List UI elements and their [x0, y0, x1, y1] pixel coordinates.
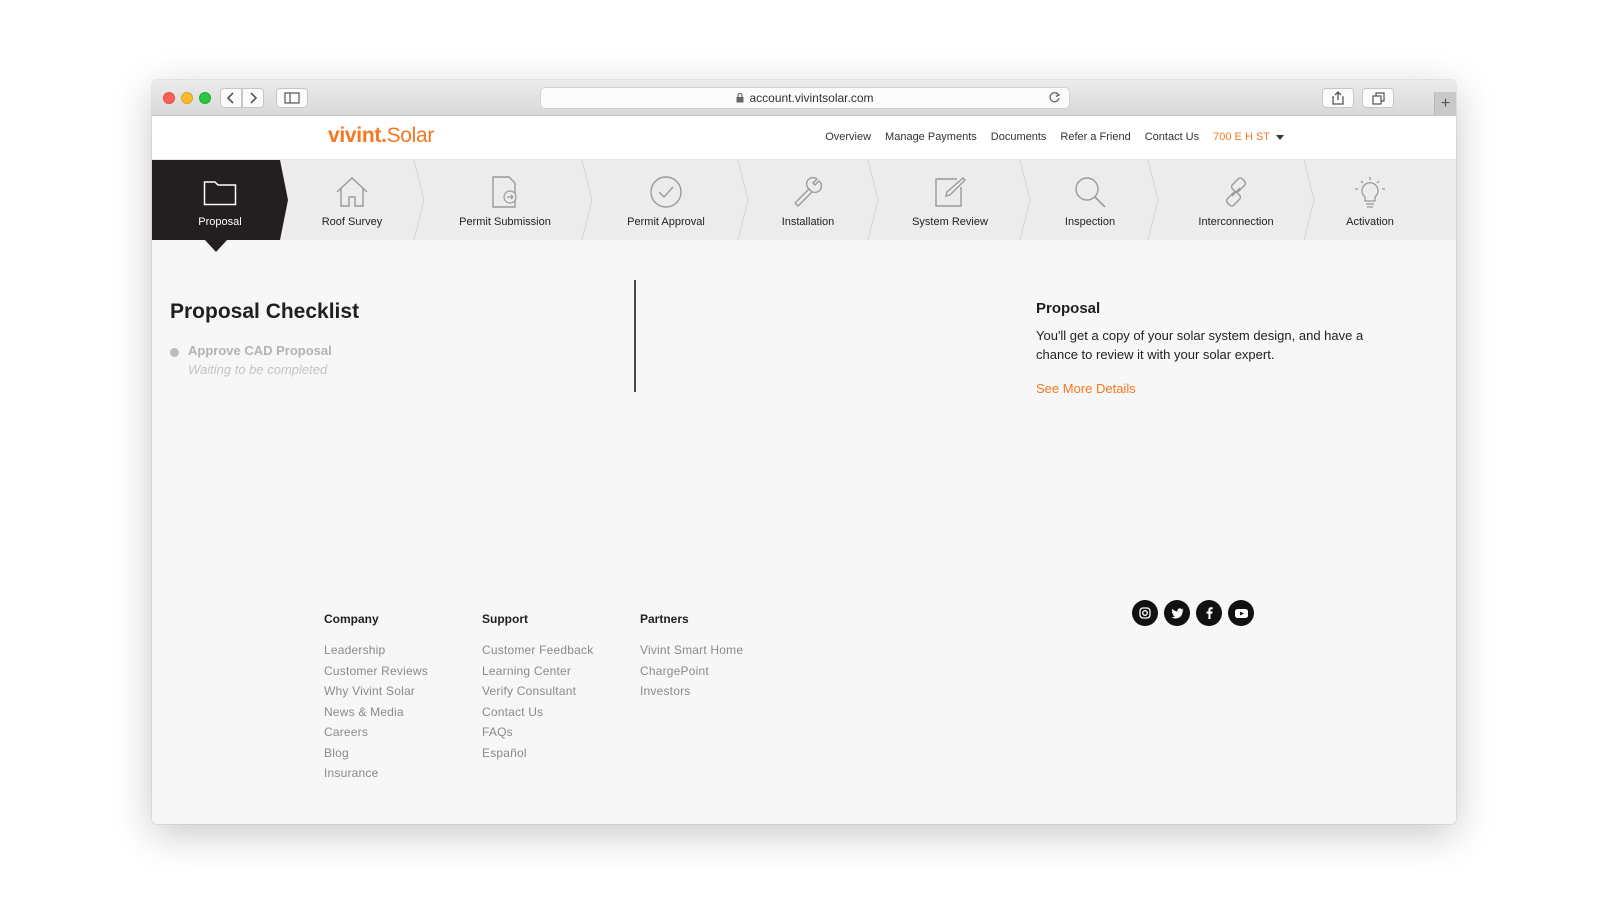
step-label: Inspection — [1064, 216, 1116, 228]
footer-link-investors[interactable]: Investors — [640, 681, 743, 702]
twitter-icon[interactable] — [1164, 600, 1190, 626]
instagram-icon[interactable] — [1132, 600, 1158, 626]
footer-heading-support: Support — [482, 612, 528, 626]
share-button[interactable] — [1322, 88, 1354, 108]
footer-company: Company Leadership Customer Reviews Why … — [324, 612, 428, 784]
footer-link-faqs[interactable]: FAQs — [482, 722, 593, 743]
footer-link-verify-consultant[interactable]: Verify Consultant — [482, 681, 593, 702]
url-text: account.vivintsolar.com — [749, 91, 874, 105]
step-label: Roof Survey — [321, 216, 383, 228]
checklist-item-name: Approve CAD Proposal — [188, 343, 332, 358]
footer-link-chargepoint[interactable]: ChargePoint — [640, 661, 743, 682]
footer-link-vivint-smart-home[interactable]: Vivint Smart Home — [640, 640, 743, 661]
nav-overview[interactable]: Overview — [825, 131, 871, 143]
facebook-icon[interactable] — [1196, 600, 1222, 626]
footer-link-customer-feedback[interactable]: Customer Feedback — [482, 640, 593, 661]
step-label: System Review — [912, 216, 988, 228]
nav-refer-a-friend[interactable]: Refer a Friend — [1060, 131, 1130, 143]
tabs-icon — [1371, 91, 1385, 105]
share-icon — [1332, 91, 1344, 105]
step-label: Proposal — [198, 216, 242, 228]
step-label: Installation — [781, 216, 835, 228]
detail-description: You'll get a copy of your solar system d… — [1036, 328, 1364, 362]
step-permit-submission[interactable]: Permit Submission — [442, 160, 568, 240]
lock-icon — [736, 93, 744, 103]
step-label: Interconnection — [1198, 216, 1274, 228]
see-more-details-link[interactable]: See More Details — [1036, 381, 1136, 396]
nav-manage-payments[interactable]: Manage Payments — [885, 131, 977, 143]
checklist-item-status: Waiting to be completed — [188, 362, 328, 377]
footer-link-blog[interactable]: Blog — [324, 743, 428, 764]
footer-partners: Partners Vivint Smart Home ChargePoint I… — [640, 612, 743, 702]
footer-link-contact-us[interactable]: Contact Us — [482, 702, 593, 723]
address-selector[interactable]: 700 E H ST — [1213, 131, 1284, 143]
minimize-window-button[interactable] — [181, 92, 193, 104]
sidebar-toggle-button[interactable] — [276, 88, 308, 108]
vertical-divider — [634, 280, 636, 392]
detail-title: Proposal — [1036, 300, 1101, 317]
logo-text-left: vivint. — [328, 124, 387, 147]
reload-icon[interactable] — [1048, 91, 1061, 107]
footer-link-why-vivint-solar[interactable]: Why Vivint Solar — [324, 681, 428, 702]
forward-button[interactable] — [242, 88, 264, 108]
main-content: Proposal Checklist Approve CAD Proposal … — [152, 240, 1456, 580]
footer-link-insurance[interactable]: Insurance — [324, 763, 428, 784]
checklist-title: Proposal Checklist — [170, 300, 360, 323]
youtube-icon[interactable] — [1228, 600, 1254, 626]
footer-support: Support Customer Feedback Learning Cente… — [482, 612, 593, 763]
status-dot — [170, 348, 179, 357]
step-label: Activation — [1346, 216, 1394, 228]
tabs-overview-button[interactable] — [1362, 88, 1394, 108]
address-label: 700 E H ST — [1213, 131, 1270, 143]
check-circle-icon — [649, 174, 683, 210]
footer-heading-partners: Partners — [640, 612, 689, 626]
edit-icon — [933, 174, 967, 210]
close-window-button[interactable] — [163, 92, 175, 104]
footer-link-espanol[interactable]: Español — [482, 743, 593, 764]
social-links — [1132, 600, 1254, 626]
site-header: vivint.Solar Overview Manage Payments Do… — [152, 116, 1456, 160]
vivint-solar-logo[interactable]: vivint.Solar — [328, 124, 434, 148]
step-system-review[interactable]: System Review — [894, 160, 1006, 240]
sidebar-icon — [284, 92, 300, 104]
caret-down-icon — [1276, 134, 1284, 140]
step-roof-survey[interactable]: Roof Survey — [302, 160, 402, 240]
footer-link-news-media[interactable]: News & Media — [324, 702, 428, 723]
nav-contact-us[interactable]: Contact Us — [1145, 131, 1199, 143]
top-nav: Overview Manage Payments Documents Refer… — [825, 131, 1284, 143]
folder-icon — [203, 174, 237, 210]
step-activation[interactable]: Activation — [1322, 160, 1418, 240]
link-icon — [1219, 174, 1253, 210]
footer-link-learning-center[interactable]: Learning Center — [482, 661, 593, 682]
step-interconnection[interactable]: Interconnection — [1176, 160, 1296, 240]
chevron-right-icon — [250, 92, 258, 104]
chevron-left-icon — [226, 92, 234, 104]
footer-link-leadership[interactable]: Leadership — [324, 640, 428, 661]
progress-steps: Proposal Roof Survey Permit Submission P… — [152, 160, 1456, 252]
browser-window: account.vivintsolar.com + vivint.Solar O… — [152, 80, 1456, 824]
footer-link-customer-reviews[interactable]: Customer Reviews — [324, 661, 428, 682]
step-proposal[interactable]: Proposal — [166, 160, 274, 240]
footer-link-careers[interactable]: Careers — [324, 722, 428, 743]
footer-heading-company: Company — [324, 612, 379, 626]
step-inspection[interactable]: Inspection — [1042, 160, 1138, 240]
document-arrow-icon — [490, 174, 520, 210]
step-label: Permit Submission — [459, 216, 551, 228]
step-installation[interactable]: Installation — [764, 160, 852, 240]
plus-icon: + — [1440, 95, 1451, 112]
back-button[interactable] — [220, 88, 242, 108]
address-bar[interactable]: account.vivintsolar.com — [540, 87, 1070, 109]
logo-text-right: Solar — [386, 124, 435, 147]
lightbulb-icon — [1352, 174, 1388, 210]
step-label: Permit Approval — [627, 216, 705, 228]
house-icon — [335, 174, 369, 210]
wrench-icon — [791, 174, 825, 210]
magnifier-icon — [1073, 174, 1107, 210]
zoom-window-button[interactable] — [199, 92, 211, 104]
step-permit-approval[interactable]: Permit Approval — [610, 160, 722, 240]
new-tab-button[interactable]: + — [1434, 92, 1456, 116]
browser-toolbar: account.vivintsolar.com + — [152, 80, 1456, 116]
nav-documents[interactable]: Documents — [991, 131, 1047, 143]
